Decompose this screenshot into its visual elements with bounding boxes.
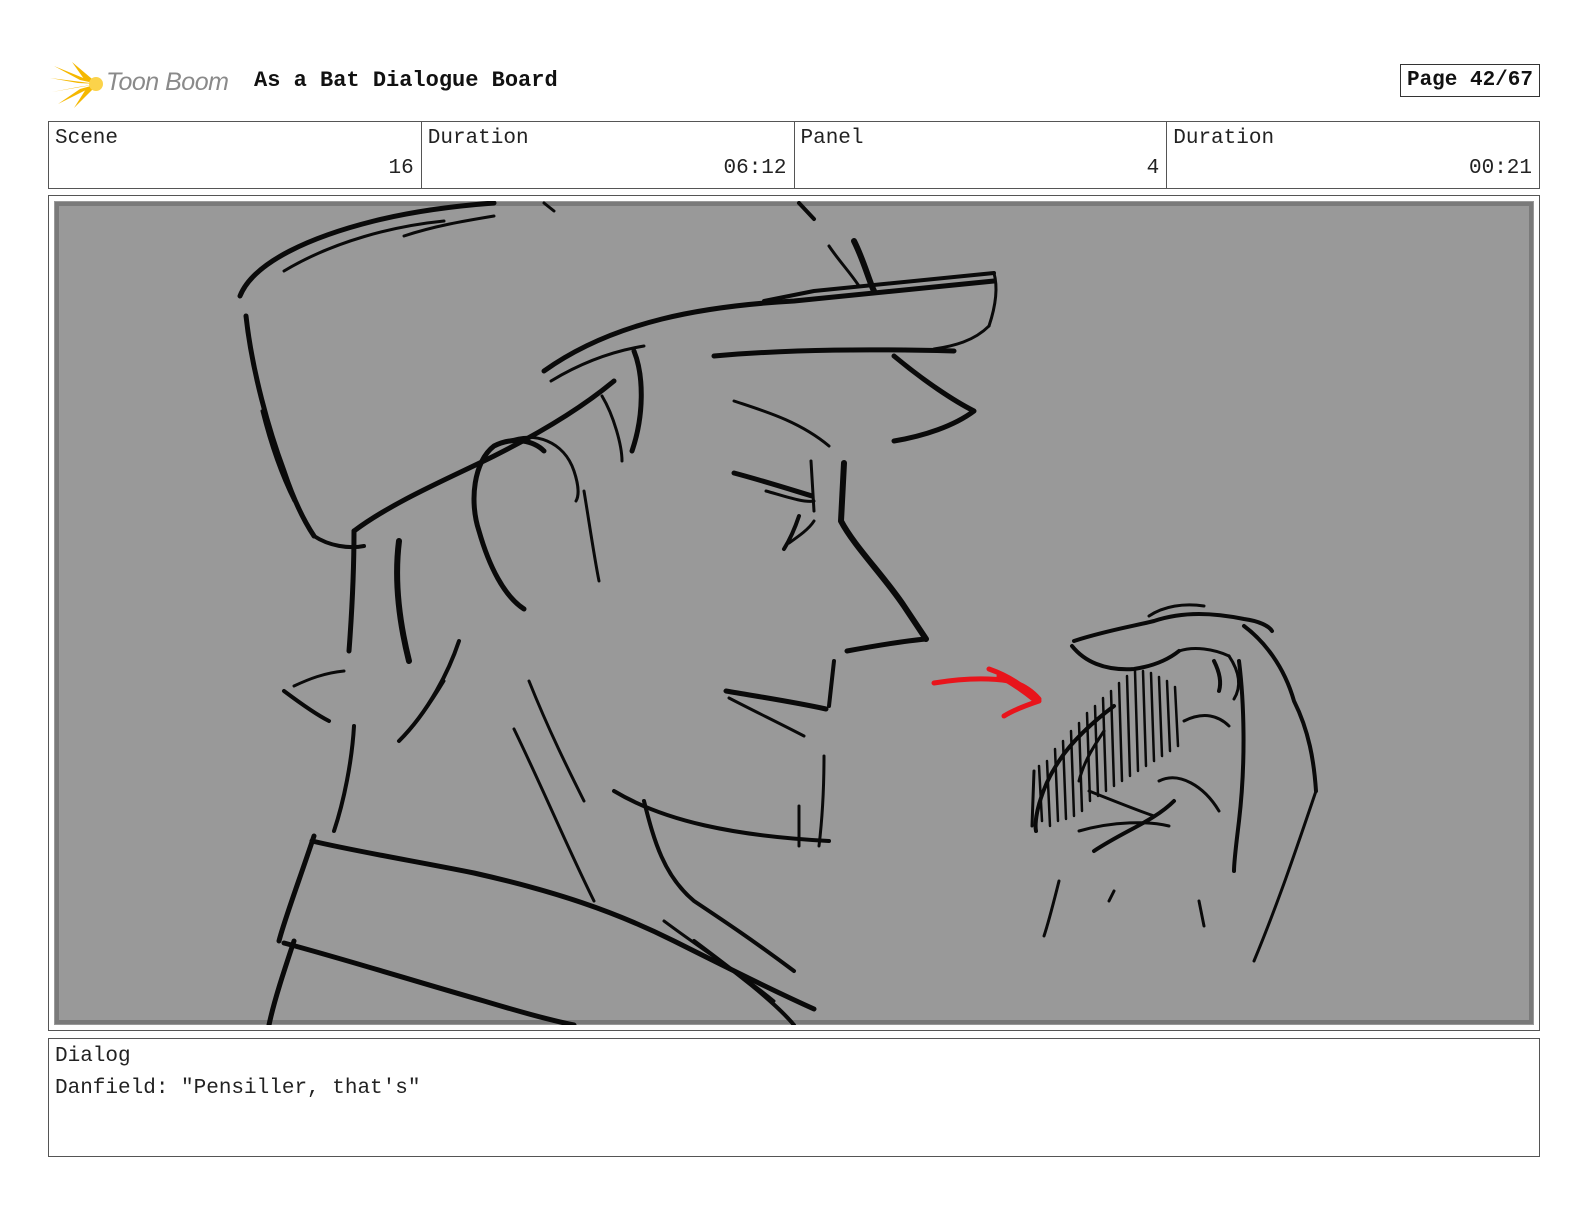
panel-duration-label: Duration xyxy=(1173,127,1275,150)
scene-duration-value: 06:12 xyxy=(723,157,787,180)
panel-duration-value: 00:21 xyxy=(1468,157,1532,180)
panel-info-row: Scene 16 Duration 06:12 Panel 4 Duration… xyxy=(48,121,1540,189)
storyboard-panel xyxy=(48,195,1540,1031)
board-header: Toon Boom As a Bat Dialogue Board Page 4… xyxy=(48,56,1540,112)
starburst-icon xyxy=(50,62,103,108)
scene-cell: Scene 16 xyxy=(49,122,422,188)
toon-boom-logo: Toon Boom xyxy=(50,58,240,108)
logo-text: Toon Boom xyxy=(106,68,229,96)
scene-value: 16 xyxy=(388,157,414,180)
dialog-text: Danfield: "Pensiller, that's" xyxy=(55,1077,421,1100)
dialog-label: Dialog xyxy=(55,1045,131,1068)
sketch-drawing xyxy=(54,201,1534,1025)
scene-duration-label: Duration xyxy=(427,127,529,150)
panel-label: Panel xyxy=(800,127,864,150)
scene-duration-cell: Duration 06:12 xyxy=(422,122,795,188)
panel-value: 4 xyxy=(1146,157,1160,180)
board-title: As a Bat Dialogue Board xyxy=(254,68,558,93)
scene-label: Scene xyxy=(55,127,119,150)
panel-sketch xyxy=(54,201,1534,1025)
panel-duration-cell: Duration 00:21 xyxy=(1167,122,1539,188)
panel-cell: Panel 4 xyxy=(795,122,1168,188)
dialog-box: Dialog Danfield: "Pensiller, that's" xyxy=(48,1038,1540,1157)
panel-background xyxy=(54,201,1534,1025)
page-indicator: Page 42/67 xyxy=(1399,64,1540,97)
